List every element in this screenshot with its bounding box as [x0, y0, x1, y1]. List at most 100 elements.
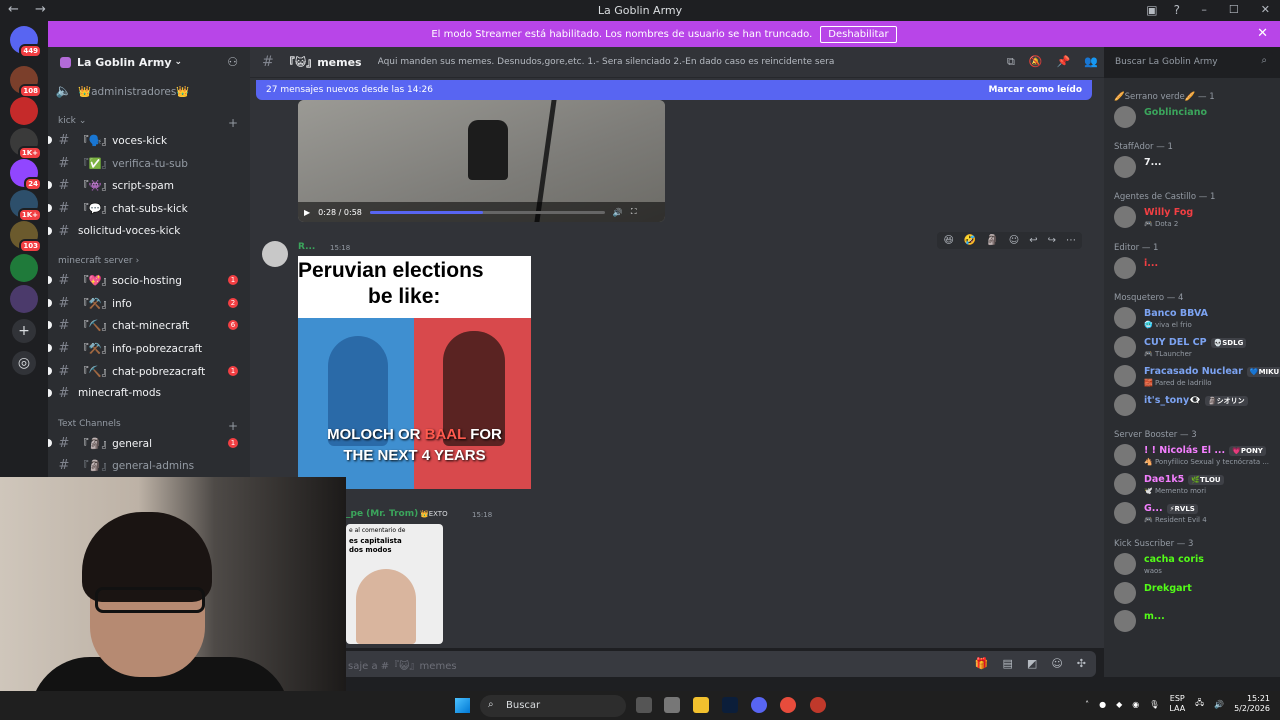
mark-read-button[interactable]: Marcar como leído — [988, 85, 1082, 95]
server-icon[interactable]: 108 — [10, 66, 42, 98]
network-icon[interactable]: 🖧 — [1195, 697, 1204, 711]
reaction-icon[interactable]: 🤣 — [964, 235, 976, 246]
pin-icon[interactable]: 📌 — [1057, 55, 1071, 69]
inbox-icon[interactable]: ▣ — [1146, 3, 1157, 17]
server-icon[interactable] — [10, 254, 38, 282]
member-item[interactable]: Drekgart — [1114, 580, 1276, 606]
add-server-icon[interactable]: + — [12, 319, 36, 343]
chrome-icon[interactable] — [780, 697, 796, 713]
channel-item[interactable]: # 『🗿』general 1 — [48, 433, 244, 453]
search-input[interactable]: Buscar La Goblin Army ⌕ — [1109, 52, 1273, 72]
gif-icon[interactable]: ▤ — [1003, 657, 1013, 670]
member-item[interactable]: G... ⚡RVLS 🎮 Resident Evil 4 — [1114, 500, 1276, 526]
tray-app-icon[interactable]: ◆ — [1116, 700, 1122, 709]
meme-image[interactable]: Peruvian elections be like: MOLOCH OR BA… — [298, 256, 531, 489]
member-item[interactable]: CUY DEL CP 💀SDLG 🎮 TLauncher — [1114, 334, 1276, 360]
message-author[interactable]: _pe (Mr. Trom) — [346, 509, 418, 519]
maximize-button[interactable]: ☐ — [1229, 3, 1239, 16]
channel-item[interactable]: # 『🗿』general-admins — [54, 455, 244, 475]
server-header[interactable]: La Goblin Army ⌄ ⚇ — [48, 47, 250, 77]
microphone-icon[interactable]: 🎙 — [1149, 700, 1159, 709]
member-item[interactable]: m... — [1114, 608, 1276, 634]
photoshop-icon[interactable] — [722, 697, 738, 713]
close-icon[interactable]: ✕ — [1257, 26, 1268, 41]
server-icon[interactable] — [10, 285, 38, 313]
channel-item[interactable]: # 『✅』verifica-tu-sub — [54, 153, 244, 173]
avatar[interactable] — [262, 241, 288, 267]
play-icon[interactable]: ▶ — [304, 208, 310, 217]
help-icon[interactable]: ? — [1174, 3, 1180, 17]
close-window-button[interactable]: ✕ — [1261, 3, 1270, 16]
chevron-up-icon[interactable]: ˄ — [1085, 700, 1089, 709]
member-item[interactable]: i... — [1114, 255, 1276, 281]
invite-icon[interactable]: ⚇ — [227, 55, 238, 69]
explore-icon[interactable]: ◎ — [12, 351, 36, 375]
video-seek-bar[interactable] — [369, 210, 605, 214]
volume-icon[interactable]: 🔊 — [1214, 700, 1224, 709]
video-attachment[interactable]: ▶ 0:28 / 0:58 🔊 ⛶ — [298, 100, 665, 222]
members-icon[interactable]: 👥 — [1084, 55, 1098, 69]
category-text-channels[interactable]: Text Channels + — [58, 419, 244, 433]
language-indicator[interactable]: ESP LAA — [1169, 694, 1185, 714]
apps-icon[interactable]: ✣ — [1077, 657, 1086, 670]
video-thumbnail[interactable]: e al comentario de es capitalista dos mo… — [346, 524, 443, 644]
channel-item[interactable]: # 『⛏️』chat-minecraft 6 — [48, 315, 244, 335]
category-kick[interactable]: kick ⌄ + — [58, 116, 244, 130]
add-channel-icon[interactable]: + — [228, 116, 238, 130]
minimize-button[interactable]: – — [1201, 3, 1207, 16]
member-item[interactable]: 7... — [1114, 154, 1276, 180]
channel-item[interactable]: # 『🗣️』voces-kick — [48, 130, 244, 150]
add-reaction-icon[interactable]: ☺ — [1009, 235, 1019, 246]
reply-icon[interactable]: ↩ — [1029, 235, 1037, 246]
channel-topic[interactable]: Aqui manden sus memes. Desnudos,gore,etc… — [378, 57, 838, 67]
tray-app-icon[interactable]: ● — [1099, 700, 1106, 709]
server-icon[interactable]: 24 — [10, 159, 42, 191]
category-minecraft[interactable]: minecraft server › — [58, 256, 244, 266]
server-icon[interactable] — [10, 97, 38, 125]
channel-item[interactable]: # 『👾』script-spam — [48, 175, 244, 195]
channel-item[interactable]: # minecraft-mods — [48, 383, 244, 403]
message-author[interactable]: R... — [298, 242, 315, 252]
app-icon[interactable] — [810, 697, 826, 713]
new-messages-bar[interactable]: 27 mensajes nuevos desde las 14:26 Marca… — [256, 80, 1092, 100]
channel-item[interactable]: # 『💬』chat-subs-kick — [48, 198, 244, 218]
reaction-icon[interactable]: 🗿 — [986, 235, 998, 246]
forward-icon[interactable]: ↪ — [1048, 235, 1056, 246]
volume-icon[interactable]: 🔊 — [613, 208, 623, 217]
emoji-icon[interactable]: ☺ — [1051, 657, 1062, 670]
disable-streamer-button[interactable]: Deshabilitar — [820, 25, 897, 43]
member-item[interactable]: Fracasado Nuclear 💙MIKU 🧱 Pared de ladrill… — [1114, 363, 1280, 389]
add-channel-icon[interactable]: + — [228, 419, 238, 433]
mute-bell-icon[interactable]: 🔕 — [1029, 55, 1043, 69]
channel-item[interactable]: # solicitud-voces-kick — [48, 221, 244, 241]
threads-icon[interactable]: ⧉ — [1007, 55, 1015, 69]
discord-icon[interactable] — [751, 697, 767, 713]
server-icon[interactable]: 1K+ — [10, 128, 42, 160]
member-item[interactable]: Dae1k5 🌿TLOU 🕊️ Memento mori — [1114, 471, 1276, 497]
clock[interactable]: 15:21 5/2/2026 — [1234, 694, 1270, 714]
taskbar-search[interactable]: ⌕ Buscar — [480, 695, 626, 717]
channel-item[interactable]: # 『⚒️』info-pobrezacraft — [48, 338, 244, 358]
channel-item[interactable]: # 『💖』socio-hosting 1 — [48, 270, 244, 290]
task-view-icon[interactable] — [636, 697, 652, 713]
fullscreen-icon[interactable]: ⛶ — [631, 207, 637, 217]
more-icon[interactable]: ⋯ — [1066, 235, 1076, 246]
server-icon[interactable]: 1K+ — [10, 190, 42, 222]
windows-start-icon[interactable] — [455, 698, 470, 713]
reaction-icon[interactable]: 😆 — [943, 235, 953, 246]
channel-item[interactable]: # 『⚒️』info 2 — [48, 293, 244, 313]
member-item[interactable]: Goblinciano — [1114, 104, 1276, 130]
file-explorer-icon[interactable] — [693, 697, 709, 713]
gift-icon[interactable]: 🎁 — [975, 657, 989, 670]
home-button[interactable]: 449 — [10, 26, 42, 58]
sticker-icon[interactable]: ◩ — [1027, 657, 1037, 670]
message-input[interactable]: saje a #『😺』memes 🎁 ▤ ◩ ☺ ✣ — [258, 651, 1096, 677]
tray-app-icon[interactable]: ◉ — [1132, 700, 1139, 709]
app-icon[interactable] — [664, 697, 680, 713]
member-item[interactable]: Willy Fog 🎮 Dota 2 — [1114, 204, 1276, 230]
channel-item[interactable]: # 『⛏️』chat-pobrezacraft 1 — [48, 361, 244, 381]
member-item[interactable]: cacha coris waos — [1114, 551, 1276, 577]
member-item[interactable]: Banco BBVA 🥶 viva el frio — [1114, 305, 1276, 331]
server-icon[interactable]: 103 — [10, 221, 42, 253]
member-item[interactable]: it's_tony👁️‍🗨️ 🗿シオリン — [1114, 392, 1276, 418]
